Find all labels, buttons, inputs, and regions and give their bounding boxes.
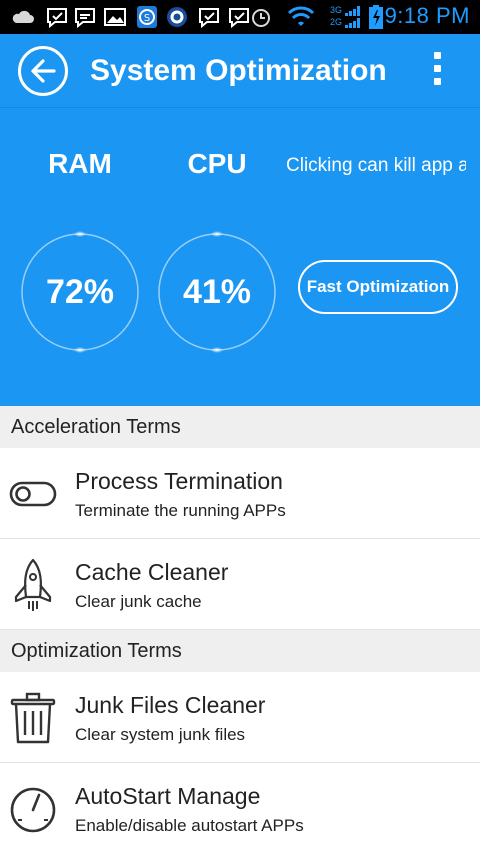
- network-label-3g: 3G: [330, 5, 343, 15]
- cpu-gauge[interactable]: 41%: [156, 231, 278, 353]
- list-item-title: Cache Cleaner: [75, 559, 229, 585]
- image-icon: [104, 8, 126, 26]
- list-item-subtitle: Terminate the running APPs: [75, 501, 286, 520]
- overflow-menu-button[interactable]: [424, 52, 450, 92]
- toggle-switch-icon: [9, 481, 57, 507]
- fast-optimization-button[interactable]: Fast Optimization: [298, 260, 458, 314]
- cpu-value: 41%: [182, 272, 252, 311]
- back-arrow-icon: [31, 59, 56, 83]
- battery-charging-icon: [369, 5, 383, 29]
- signal-icon: 3G 2G: [330, 5, 364, 31]
- ram-gauge[interactable]: 72%: [19, 231, 141, 353]
- list-item-junk-files-cleaner[interactable]: Junk Files Cleaner Clear system junk fil…: [0, 672, 480, 763]
- list-item-subtitle: Clear junk cache: [75, 592, 202, 611]
- overflow-menu-icon: [424, 52, 450, 85]
- rocket-icon: [14, 558, 52, 611]
- page-title: System Optimization: [90, 54, 387, 87]
- cloud-icon: [12, 10, 34, 23]
- ram-label: RAM: [48, 148, 112, 179]
- status-time: 9:18 PM: [384, 3, 470, 28]
- gauge-icon: [10, 787, 56, 833]
- message-icon: [199, 8, 219, 29]
- message-icon: [75, 8, 95, 29]
- q-app-icon: [167, 7, 187, 27]
- trash-icon: [10, 692, 56, 744]
- message-icon: [47, 8, 67, 29]
- list-item-title: Junk Files Cleaner: [75, 692, 266, 718]
- list-item-title: AutoStart Manage: [75, 783, 261, 809]
- network-label-2g: 2G: [330, 17, 343, 27]
- hint-text: Clicking can kill app a: [286, 155, 466, 176]
- section-header-optimization: Optimization Terms: [0, 630, 480, 672]
- status-bar: S 3G 2G 9:18 PM: [0, 0, 480, 34]
- section-header-acceleration: Acceleration Terms: [0, 406, 480, 448]
- s-app-icon: S: [137, 6, 157, 28]
- list-item-subtitle: Clear system junk files: [75, 725, 246, 744]
- wifi-icon: [287, 6, 315, 26]
- cpu-label: CPU: [187, 148, 247, 179]
- list-item-process-termination[interactable]: Process Termination Terminate the runnin…: [0, 448, 480, 539]
- usage-panel: RAM CPU Clicking can kill app a 72% 41% …: [0, 108, 480, 406]
- app-bar: System Optimization: [0, 34, 480, 108]
- back-button[interactable]: [18, 46, 68, 96]
- svg-text:S: S: [144, 13, 150, 24]
- list-item-cache-cleaner[interactable]: Cache Cleaner Clear junk cache: [0, 539, 480, 630]
- list-item-autostart-manage[interactable]: AutoStart Manage Enable/disable autostar…: [0, 763, 480, 853]
- alarm-icon: [252, 9, 270, 27]
- list-item-title: Process Termination: [75, 468, 283, 494]
- ram-value: 72%: [45, 272, 115, 311]
- list-item-subtitle: Enable/disable autostart APPs: [75, 816, 304, 835]
